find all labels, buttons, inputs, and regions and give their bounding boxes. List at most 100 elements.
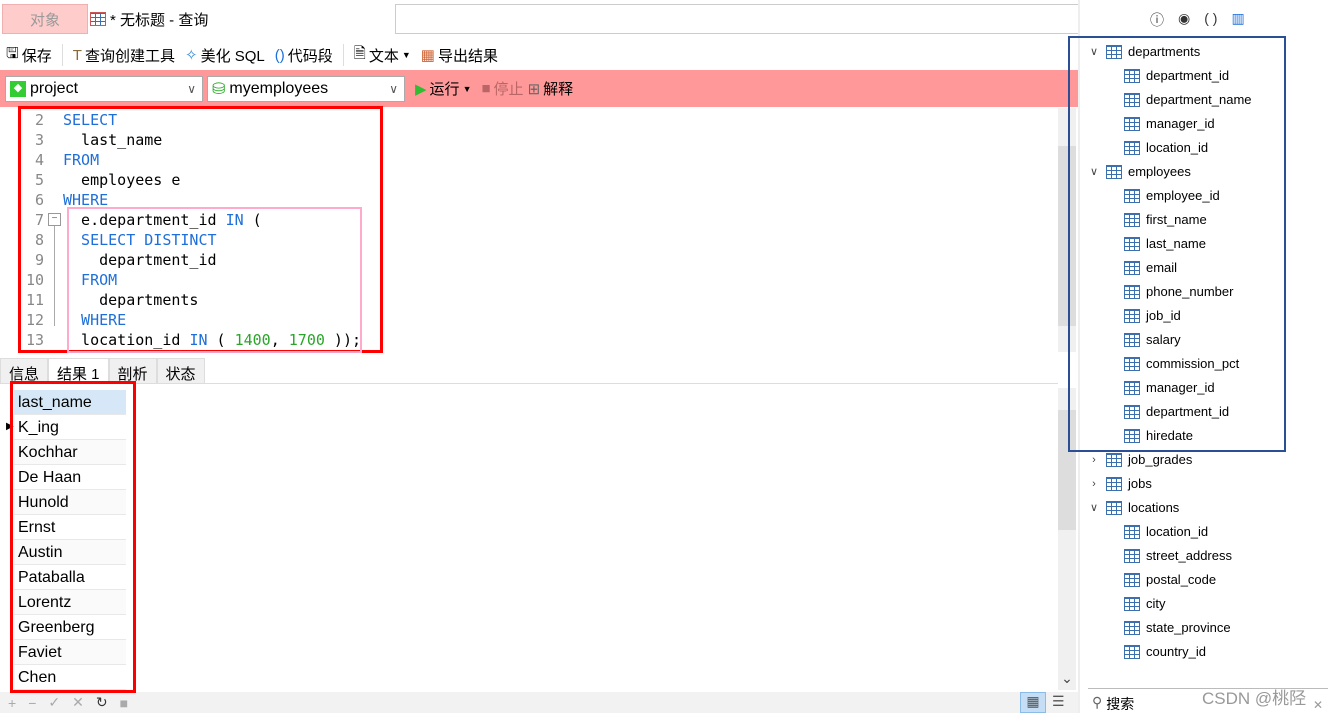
grid-scrollbar[interactable]	[1058, 388, 1076, 690]
table-row[interactable]: Greenberg	[14, 615, 126, 640]
tree-table-job_grades[interactable]: › job_grades	[1088, 448, 1192, 472]
tree-column[interactable]: commission_pct	[1124, 352, 1239, 376]
stop-icon[interactable]: ■	[120, 695, 128, 711]
search-input[interactable]: ⚲ 搜索	[1092, 694, 1134, 714]
grid-view-icon[interactable]: ▦	[1020, 692, 1046, 713]
beautify-sql-button[interactable]: ✧ 美化 SQL	[185, 45, 265, 66]
tree-column[interactable]: postal_code	[1124, 568, 1216, 592]
table-row[interactable]: Faviet	[14, 640, 126, 665]
result-tabs: 信息 结果 1 剖析 状态	[0, 358, 205, 384]
table-name: departments	[1128, 44, 1201, 59]
tree-column[interactable]: state_province	[1124, 616, 1231, 640]
database-select[interactable]: ⛁ myemployees ∨	[207, 75, 405, 102]
explain-button[interactable]: ⊞ 解释	[528, 78, 574, 99]
tree-column[interactable]: employee_id	[1124, 184, 1220, 208]
current-row-indicator-icon: ▶	[6, 421, 14, 432]
tree-column[interactable]: hiredate	[1124, 424, 1193, 448]
discard-icon[interactable]: ✕	[72, 694, 84, 711]
table-row[interactable]: De Haan	[14, 465, 126, 490]
tree-column[interactable]: job_id	[1124, 304, 1181, 328]
pane-divider[interactable]	[1078, 0, 1080, 713]
table-row[interactable]: K_ing	[14, 415, 126, 440]
snippet-button[interactable]: () 代码段	[275, 45, 333, 66]
tab-result-1[interactable]: 结果 1	[48, 358, 109, 384]
text-button[interactable]: 🗎 文本 ▼	[354, 43, 411, 68]
chevron-down-icon[interactable]: ∨	[1088, 160, 1100, 184]
tree-table-employees[interactable]: ∨ employees	[1088, 160, 1191, 184]
structure-icon[interactable]: ▥	[1231, 10, 1244, 30]
scroll-thumb[interactable]	[1058, 146, 1076, 326]
table-row[interactable]: Lorentz	[14, 590, 126, 615]
chevron-down-icon[interactable]: ∨	[1088, 496, 1100, 520]
sql-keyword: IN	[225, 211, 244, 229]
tree-column[interactable]: manager_id	[1124, 376, 1215, 400]
tab-query[interactable]: * 无标题 - 查询	[90, 4, 208, 34]
table-row[interactable]: Hunold	[14, 490, 126, 515]
query-builder-label: 查询创建工具	[84, 47, 175, 65]
ddl-icon[interactable]: ( )	[1204, 10, 1217, 30]
table-row[interactable]: Chen	[14, 665, 126, 690]
info-icon[interactable]: ⓘ	[1150, 10, 1164, 30]
chevron-right-icon[interactable]: ›	[1088, 448, 1100, 472]
query-builder-button[interactable]: T 查询创建工具	[73, 45, 175, 66]
form-view-icon[interactable]: ☰	[1052, 693, 1065, 710]
toolbar: 🖫 保存 T 查询创建工具 ✧ 美化 SQL () 代码段 🗎 文本 ▼ ▦ 导出结果	[0, 40, 1078, 70]
chevron-down-icon[interactable]: ∨	[1088, 40, 1100, 64]
tree-column[interactable]: email	[1124, 256, 1177, 280]
watermark: CSDN @桃陉	[1202, 689, 1307, 708]
sql-editor[interactable]: 2 SELECT 3 last_name 4 FROM 5 employees e 6 WHE…	[0, 108, 1058, 352]
apply-icon[interactable]: ✓	[48, 694, 60, 711]
tree-column[interactable]: location_id	[1124, 520, 1208, 544]
table-row[interactable]: Pataballa	[14, 565, 126, 590]
run-button[interactable]: ▶ 运行 ▼	[415, 78, 471, 99]
hammer-icon: T	[72, 46, 82, 64]
chevron-right-icon[interactable]: ›	[1088, 472, 1100, 496]
tree-column[interactable]: department_id	[1124, 400, 1229, 424]
tree-column[interactable]: phone_number	[1124, 280, 1233, 304]
table-row[interactable]: Ernst	[14, 515, 126, 540]
tree-column[interactable]: department_name	[1124, 88, 1252, 112]
tree-column[interactable]: last_name	[1124, 232, 1206, 256]
table-row[interactable]: Austin	[14, 540, 126, 565]
tree-column[interactable]: street_address	[1124, 544, 1232, 568]
tree-column[interactable]: city	[1124, 592, 1166, 616]
fold-toggle-icon[interactable]: −	[48, 213, 61, 226]
connection-select[interactable]: ◆ project ∨	[5, 75, 203, 102]
column-icon	[1124, 93, 1140, 107]
delete-row-icon[interactable]: −	[28, 695, 36, 711]
stop-button[interactable]: ■ 停止	[481, 78, 523, 99]
eye-icon[interactable]: ◉	[1178, 10, 1190, 30]
tree-column[interactable]: first_name	[1124, 208, 1207, 232]
tab-info[interactable]: 信息	[0, 358, 49, 384]
scroll-thumb[interactable]	[1058, 410, 1076, 530]
tree-table-jobs[interactable]: › jobs	[1088, 472, 1152, 496]
tree-column[interactable]: salary	[1124, 328, 1181, 352]
tree-column[interactable]: manager_id	[1124, 112, 1215, 136]
table-row[interactable]: Kochhar	[14, 440, 126, 465]
save-button[interactable]: 🖫 保存	[6, 43, 52, 68]
tree-table-departments[interactable]: ∨ departments	[1088, 40, 1200, 64]
export-results-button[interactable]: ▦ 导出结果	[421, 45, 498, 66]
tab-objects[interactable]: 对象	[2, 4, 88, 34]
refresh-icon[interactable]: ↻	[96, 694, 108, 711]
add-row-icon[interactable]: +	[8, 695, 16, 711]
tree-column[interactable]: country_id	[1124, 640, 1206, 664]
explain-icon: ⊞	[527, 80, 541, 98]
column-icon	[1124, 189, 1140, 203]
tab-profile[interactable]: 剖析	[108, 358, 157, 384]
scroll-down-icon[interactable]: ⌄	[1058, 670, 1076, 687]
column-icon	[1124, 117, 1140, 131]
editor-scrollbar[interactable]	[1058, 108, 1076, 352]
tab-status[interactable]: 状态	[156, 358, 205, 384]
tree-table-locations[interactable]: ∨ locations	[1088, 496, 1179, 520]
sql-number: 1400	[234, 331, 271, 349]
column-name: hiredate	[1146, 428, 1193, 443]
table-name: employees	[1128, 164, 1191, 179]
result-grid[interactable]: last_name K_ing Kochhar De Haan Hunold Ernst…	[14, 390, 126, 690]
line-number: 3	[34, 131, 44, 149]
tree-column[interactable]: department_id	[1124, 64, 1229, 88]
column-header-last-name[interactable]: last_name	[14, 390, 126, 415]
tree-column[interactable]: location_id	[1124, 136, 1208, 160]
column-icon	[1124, 621, 1140, 635]
clear-search-icon[interactable]: ✕	[1313, 698, 1323, 712]
